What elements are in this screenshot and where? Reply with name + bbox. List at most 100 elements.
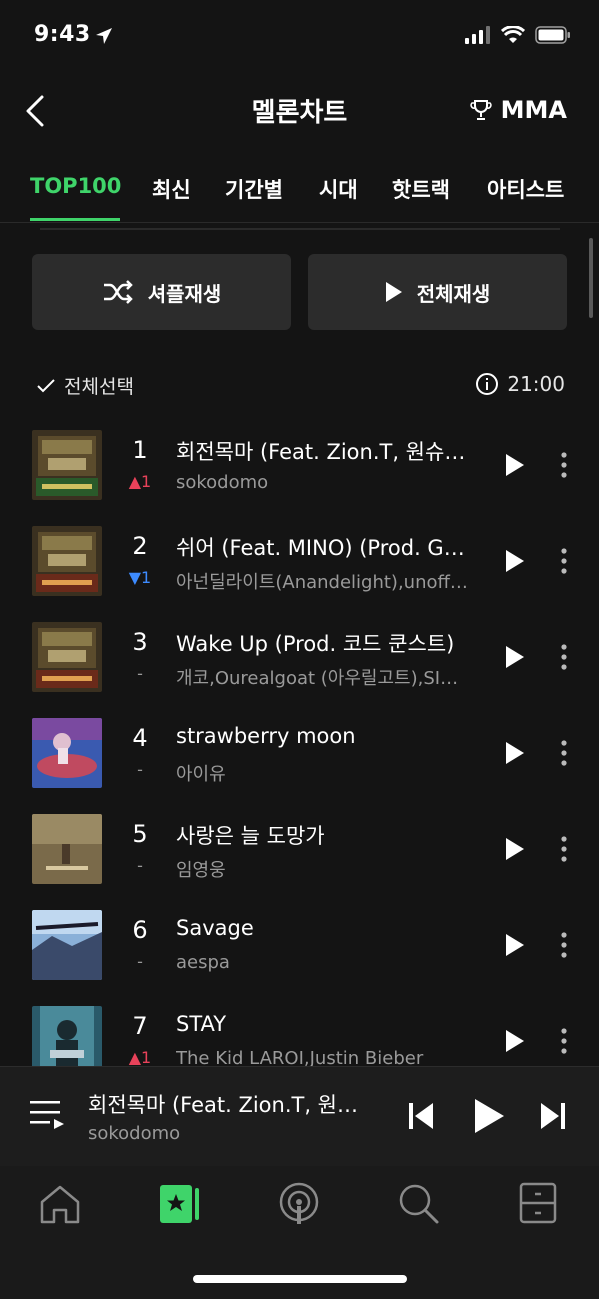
song-title[interactable]: 회전목마 (Feat. Zion.T, 원슈… <box>176 436 482 466</box>
album-art[interactable] <box>32 814 102 884</box>
search-icon[interactable] <box>397 1182 441 1226</box>
library-icon[interactable] <box>517 1182 561 1226</box>
rank-change: ▲1 <box>128 472 152 491</box>
song-artist[interactable]: aespa <box>176 952 486 973</box>
scrollbar[interactable] <box>589 238 593 318</box>
tab-period[interactable]: 기간별 <box>225 174 283 204</box>
previous-track-icon[interactable] <box>408 1101 434 1131</box>
rank-change: - <box>137 760 143 779</box>
rank-number: 2 <box>132 532 148 560</box>
chart-row[interactable]: 4 - strawberry moon 아이유 <box>0 706 599 802</box>
song-title[interactable]: strawberry moon <box>176 724 482 748</box>
chart-update-time[interactable]: 21:00 <box>475 372 565 396</box>
song-artist[interactable]: 임영웅 <box>176 856 486 882</box>
now-playing-title: 회전목마 (Feat. Zion.T, 원… <box>88 1093 359 1117</box>
tab-latest[interactable]: 최신 <box>152 174 191 204</box>
play-all-button[interactable]: 전체재생 <box>308 254 567 330</box>
rank-change: - <box>137 952 143 971</box>
shuffle-label: 셔플재생 <box>147 281 222 306</box>
song-artist[interactable]: 개코,Ourealgoat (아우릴고트),SI… <box>176 664 486 690</box>
rank-number: 6 <box>132 916 148 944</box>
rank-number: 3 <box>132 628 148 656</box>
checkmark-icon <box>37 378 55 392</box>
play-icon[interactable] <box>504 452 526 478</box>
update-time-text: 21:00 <box>507 372 565 396</box>
info-icon <box>476 373 499 395</box>
play-icon <box>385 282 402 302</box>
chart-row[interactable]: 3 - Wake Up (Prod. 코드 쿤스트) 개코,Ourealgoat (아… <box>0 610 599 706</box>
song-title[interactable]: Savage <box>176 916 482 940</box>
song-artist[interactable]: The Kid LAROI,Justin Bieber <box>176 1048 486 1066</box>
chart-row[interactable]: 1 ▲1 회전목마 (Feat. Zion.T, 원슈… sokodomo <box>0 418 599 514</box>
album-art[interactable] <box>32 910 102 980</box>
home-icon[interactable] <box>38 1182 82 1226</box>
podcast-icon[interactable] <box>277 1182 321 1226</box>
rank-change: - <box>137 856 143 875</box>
chart-row[interactable]: 6 - Savage aespa <box>0 898 599 994</box>
song-artist[interactable]: sokodomo <box>176 472 486 493</box>
select-all-label: 전체선택 <box>64 376 134 398</box>
chart-row[interactable]: 2 ▼1 쉬어 (Feat. MINO) (Prod. G… 아넌딜라이트(Anand… <box>0 514 599 610</box>
chart-tabs: TOP100 최신 기간별 시대 핫트랙 아티스트 <box>0 168 599 223</box>
play-icon[interactable] <box>504 836 526 862</box>
trophy-icon <box>470 100 492 120</box>
mma-label: MMA <box>500 96 567 124</box>
tab-hot-track[interactable]: 핫트랙 <box>392 174 450 204</box>
play-icon[interactable] <box>504 740 526 766</box>
tab-top100[interactable]: TOP100 <box>30 174 121 198</box>
melon-chart-icon[interactable] <box>158 1182 202 1226</box>
home-indicator[interactable] <box>193 1275 407 1283</box>
rank-number: 4 <box>132 724 148 752</box>
song-title[interactable]: 쉬어 (Feat. MINO) (Prod. G… <box>176 532 482 562</box>
next-track-icon[interactable] <box>540 1101 566 1131</box>
more-options-icon[interactable] <box>558 546 570 576</box>
song-title[interactable]: Wake Up (Prod. 코드 쿤스트) <box>176 628 482 658</box>
mini-player[interactable]: 회전목마 (Feat. Zion.T, 원… sokodomo <box>0 1066 599 1167</box>
status-indicators <box>465 26 571 44</box>
more-options-icon[interactable] <box>558 834 570 864</box>
tab-artist[interactable]: 아티스트 <box>487 174 564 204</box>
album-art[interactable] <box>32 430 102 500</box>
chart-list: 1 ▲1 회전목마 (Feat. Zion.T, 원슈… sokodomo 2 ▼1 쉬어 … <box>0 418 599 1066</box>
rank-number: 7 <box>132 1012 148 1040</box>
shuffle-icon <box>103 280 133 304</box>
play-icon[interactable] <box>472 1097 506 1135</box>
album-art[interactable] <box>32 622 102 692</box>
more-options-icon[interactable] <box>558 642 570 672</box>
chart-row[interactable]: 7 ▲1 STAY The Kid LAROI,Justin Bieber <box>0 994 599 1066</box>
play-icon[interactable] <box>504 548 526 574</box>
play-icon[interactable] <box>504 644 526 670</box>
chart-row[interactable]: 5 - 사랑은 늘 도망가임영웅 <box>0 802 599 898</box>
more-options-icon[interactable] <box>558 1026 570 1056</box>
wifi-icon <box>501 26 525 43</box>
album-art[interactable] <box>32 718 102 788</box>
rank-change: ▼1 <box>128 568 152 587</box>
album-art[interactable] <box>32 1006 102 1066</box>
album-art[interactable] <box>32 526 102 596</box>
shuffle-play-button[interactable]: 셔플재생 <box>32 254 291 330</box>
tab-era[interactable]: 시대 <box>319 174 358 204</box>
more-options-icon[interactable] <box>558 450 570 480</box>
select-all-button[interactable]: 전체선택 <box>36 372 134 399</box>
active-tab-indicator <box>30 218 120 221</box>
location-arrow-icon <box>94 26 114 50</box>
more-options-icon[interactable] <box>558 738 570 768</box>
song-artist[interactable]: 아이유 <box>176 760 486 786</box>
song-artist[interactable]: 아넌딜라이트(Anandelight),unoff… <box>176 568 486 594</box>
play-icon[interactable] <box>504 1028 526 1054</box>
play-icon[interactable] <box>504 932 526 958</box>
rank-number: 5 <box>132 820 148 848</box>
play-all-label: 전체재생 <box>416 281 491 306</box>
rank-change: ▲1 <box>128 1048 152 1066</box>
divider <box>40 224 560 230</box>
song-title[interactable]: STAY <box>176 1012 482 1036</box>
signal-icon <box>465 26 490 44</box>
more-options-icon[interactable] <box>558 930 570 960</box>
battery-icon <box>535 26 570 44</box>
song-title[interactable]: 사랑은 늘 도망가 <box>176 820 482 850</box>
now-playing-artist: sokodomo <box>88 1123 181 1144</box>
rank-number: 1 <box>132 436 148 464</box>
mma-button[interactable]: MMA <box>469 96 567 124</box>
playlist-icon[interactable] <box>30 1099 64 1131</box>
rank-change: - <box>137 664 143 683</box>
